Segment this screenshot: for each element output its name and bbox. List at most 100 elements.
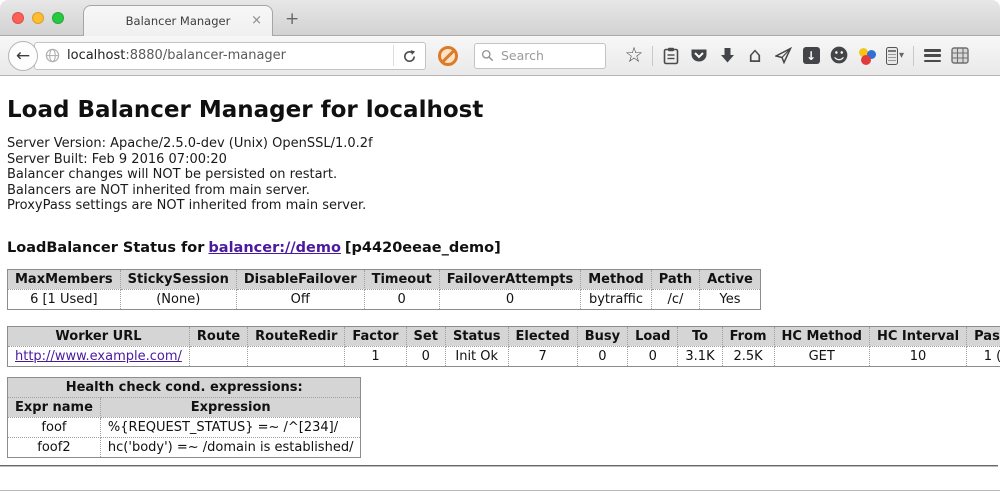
header-set: Set: [406, 326, 445, 346]
cell-worker-url: http://www.example.com/: [8, 346, 190, 366]
extension-battery-button[interactable]: ▾: [881, 42, 909, 70]
globe-icon: [45, 48, 60, 63]
cell-expr-name: foof: [8, 417, 101, 437]
cell-failoverattempts: 0: [439, 289, 581, 309]
pocket-icon: [690, 47, 708, 64]
cell-to: 3.1K: [678, 346, 722, 366]
zoom-window-button[interactable]: [52, 12, 64, 24]
tab-close-icon[interactable]: ×: [251, 13, 262, 28]
color-dots-icon: [857, 46, 877, 66]
reload-button[interactable]: [393, 45, 419, 66]
url-bar[interactable]: localhost:8880/balancer-manager: [34, 42, 426, 70]
clipboard-icon: [663, 47, 679, 65]
close-window-button[interactable]: [12, 12, 24, 24]
header-active: Active: [700, 269, 761, 289]
header-timeout: Timeout: [364, 269, 439, 289]
cell-expression: %{REQUEST_STATUS} =~ /^[234]/: [100, 417, 361, 437]
back-button[interactable]: ←: [8, 41, 38, 71]
cell-passes: 1 (0): [967, 346, 1000, 366]
header-failoverattempts: FailoverAttempts: [439, 269, 581, 289]
cell-method: bytraffic: [581, 289, 651, 309]
worker-table: Worker URL Route RouteRedir Factor Set S…: [7, 326, 1000, 367]
extension-smiley-button[interactable]: ☻: [825, 42, 853, 70]
server-version-line: Server Version: Apache/2.5.0-dev (Unix) …: [7, 136, 1000, 152]
cell-hc-method: GET: [774, 346, 869, 366]
table-row: foof2 hc('body') =~ /domain is establish…: [8, 437, 361, 457]
menu-button[interactable]: [918, 42, 946, 70]
content-blocker-button[interactable]: [436, 44, 460, 68]
cell-disablefailover: Off: [236, 289, 364, 309]
cell-path: /c/: [651, 289, 699, 309]
extension-colordots-button[interactable]: [853, 42, 881, 70]
new-tab-button[interactable]: +: [285, 9, 299, 29]
home-icon: ⌂: [748, 45, 761, 66]
header-hc-interval: HC Interval: [869, 326, 966, 346]
back-icon: ←: [16, 46, 30, 66]
url-text: localhost:8880/balancer-manager: [67, 48, 286, 63]
blocked-icon: [438, 46, 458, 66]
extension-import-button[interactable]: ↓: [797, 42, 825, 70]
server-built-line: Server Built: Feb 9 2016 07:00:20: [7, 152, 1000, 168]
tab-bar: Balancer Manager × +: [0, 0, 1000, 36]
cell-busy: 0: [577, 346, 627, 366]
worker-url-link[interactable]: http://www.example.com/: [15, 349, 182, 364]
header-status: Status: [445, 326, 508, 346]
hamburger-icon: [924, 49, 941, 62]
header-factor: Factor: [345, 326, 406, 346]
sidebar-toggle-button[interactable]: [946, 42, 974, 70]
header-route: Route: [189, 326, 247, 346]
send-tab-button[interactable]: [769, 42, 797, 70]
header-worker-url: Worker URL: [8, 326, 190, 346]
download-arrow-icon: [720, 47, 735, 64]
square-download-icon: ↓: [803, 47, 820, 64]
toolbar-separator: [652, 46, 653, 66]
table-row: foof %{REQUEST_STATUS} =~ /^[234]/: [8, 417, 361, 437]
page-content: Load Balancer Manager for localhost Serv…: [0, 97, 1000, 467]
battery-icon: [886, 47, 898, 65]
window-controls: [12, 12, 72, 24]
pocket-button[interactable]: [685, 42, 713, 70]
header-hc-method: HC Method: [774, 326, 869, 346]
header-elected: Elected: [508, 326, 577, 346]
bookmark-star-button[interactable]: ☆: [620, 42, 648, 70]
balancer-demo-link[interactable]: balancer://demo: [208, 240, 341, 256]
url-path: :8880/balancer-manager: [125, 48, 286, 63]
cell-stickysession: (None): [120, 289, 236, 309]
health-table-title: Health check cond. expressions:: [8, 377, 361, 397]
table-row: 6 [1 Used] (None) Off 0 0 bytraffic /c/ …: [8, 289, 761, 309]
search-box[interactable]: [474, 43, 606, 69]
cell-timeout: 0: [364, 289, 439, 309]
header-expression: Expression: [100, 397, 361, 417]
cell-load: 0: [628, 346, 678, 366]
downloads-button[interactable]: [713, 42, 741, 70]
server-info: Server Version: Apache/2.5.0-dev (Unix) …: [7, 136, 1000, 214]
header-passes: Passes: [967, 326, 1000, 346]
navigation-toolbar: ← localhost:8880/balancer-manager ☆: [0, 36, 1000, 76]
persist-warning-line: Balancer changes will NOT be persisted o…: [7, 167, 1000, 183]
browser-window: Balancer Manager × + ← localhost:8880/ba…: [0, 0, 1000, 491]
header-stickysession: StickySession: [120, 269, 236, 289]
star-icon: ☆: [625, 45, 644, 66]
search-icon: [481, 49, 494, 62]
minimize-window-button[interactable]: [32, 12, 44, 24]
cell-active: Yes: [700, 289, 761, 309]
tab-title: Balancer Manager: [126, 14, 231, 28]
header-to: To: [678, 326, 722, 346]
header-maxmembers: MaxMembers: [8, 269, 121, 289]
cell-expr-name: foof2: [8, 437, 101, 457]
cell-status: Init Ok: [445, 346, 508, 366]
search-input[interactable]: [499, 47, 589, 64]
cell-set: 0: [406, 346, 445, 366]
cell-route: [189, 346, 247, 366]
tab-balancer-manager[interactable]: Balancer Manager ×: [83, 5, 273, 36]
toolbar-separator: [913, 46, 914, 66]
header-routeredir: RouteRedir: [248, 326, 345, 346]
page-title: Load Balancer Manager for localhost: [7, 97, 1000, 123]
status-suffix: [p4420eeae_demo]: [345, 240, 501, 256]
smiley-icon: ☻: [829, 45, 849, 67]
cell-factor: 1: [345, 346, 406, 366]
header-load: Load: [628, 326, 678, 346]
home-button[interactable]: ⌂: [741, 42, 769, 70]
reading-list-button[interactable]: [657, 42, 685, 70]
balancer-settings-table: MaxMembers StickySession DisableFailover…: [7, 269, 761, 310]
